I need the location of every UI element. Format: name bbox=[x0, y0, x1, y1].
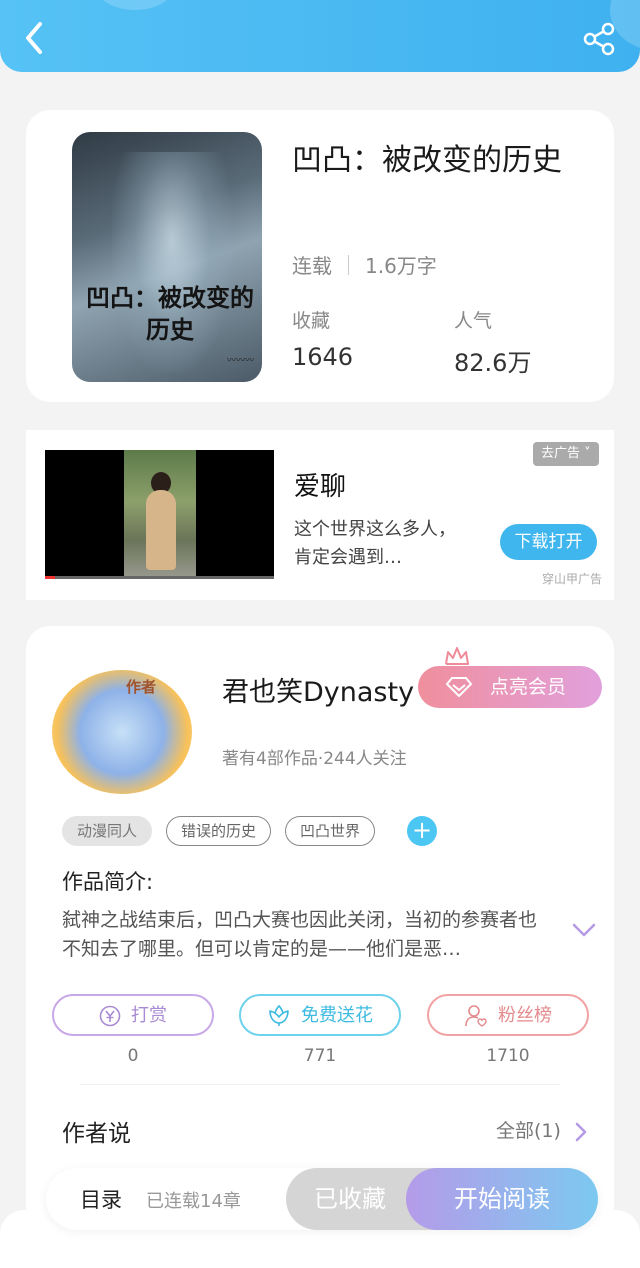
tip-button[interactable]: 打赏 bbox=[52, 994, 214, 1036]
author-card: 作者 君也笑Dynasty 点亮会员 著有4部作品·244人关注 动漫同人 错误… bbox=[26, 626, 614, 1246]
book-title: 凹凸：被改变的历史 bbox=[292, 143, 562, 178]
author-avatar[interactable]: 作者 bbox=[52, 670, 192, 794]
book-status: 连载 bbox=[292, 254, 332, 278]
stat-value: 1646 bbox=[292, 343, 354, 371]
fan-count: 1710 bbox=[486, 1046, 530, 1066]
author-info: 著有4部作品·244人关注 bbox=[222, 749, 407, 769]
diamond-icon bbox=[446, 677, 472, 697]
tip-count: 0 bbox=[127, 1046, 139, 1066]
share-button[interactable] bbox=[582, 22, 618, 56]
ad-video-frame bbox=[124, 450, 196, 579]
send-flower-button[interactable]: 免费送花 bbox=[239, 994, 401, 1036]
tag-item[interactable]: 错误的历史 bbox=[166, 816, 272, 846]
back-button[interactable] bbox=[20, 20, 50, 56]
cover-title: 凹凸：被改变的历史 bbox=[86, 283, 254, 344]
ad-description: 这个世界这么多人，肯定会遇到… bbox=[294, 519, 456, 568]
fan-ranking-button[interactable]: 粉丝榜 bbox=[427, 994, 589, 1036]
ad-video[interactable] bbox=[45, 450, 274, 579]
stat-label: 人气 bbox=[454, 310, 493, 332]
meta-divider bbox=[348, 254, 349, 275]
ad-app-name: 爱聊 bbox=[294, 472, 347, 502]
ad-person bbox=[146, 490, 176, 570]
bottom-action-bar: 目录 已连载14章 已收藏 开始阅读 bbox=[46, 1168, 598, 1230]
vip-button[interactable]: 点亮会员 bbox=[418, 666, 602, 708]
add-tag-button[interactable]: + bbox=[407, 816, 438, 846]
chevron-right-icon bbox=[575, 1122, 587, 1141]
chapter-count: 已连载14章 bbox=[146, 1191, 241, 1212]
share-icon bbox=[583, 22, 615, 56]
start-reading-button[interactable]: 开始阅读 bbox=[406, 1168, 598, 1230]
book-cover[interactable]: 凹凸：被改变的历史 〰〰〰 bbox=[72, 132, 262, 382]
word-count: 1.6万字 bbox=[365, 254, 437, 278]
chevron-down-icon[interactable] bbox=[572, 922, 596, 938]
ad-download-button[interactable]: 下载打开 bbox=[500, 524, 597, 560]
intro-text: 弑神之战结束后，凹凸大赛也因此关闭，当初的参赛者也不知去了哪里。但可以肯定的是—… bbox=[62, 909, 538, 960]
fan-user-icon bbox=[465, 1005, 487, 1027]
divider bbox=[80, 1084, 560, 1085]
author-badge: 作者 bbox=[126, 678, 157, 696]
tip-label: 打赏 bbox=[131, 1005, 167, 1026]
view-all-label: 全部(1) bbox=[496, 1120, 561, 1142]
intro-title: 作品简介: bbox=[62, 870, 154, 894]
stat-label: 收藏 bbox=[292, 310, 331, 332]
flower-icon bbox=[269, 1005, 289, 1026]
author-name[interactable]: 君也笑Dynasty bbox=[222, 670, 414, 709]
ad-video-progress bbox=[45, 576, 274, 579]
flower-count: 771 bbox=[303, 1046, 337, 1066]
author-says-title: 作者说 bbox=[62, 1121, 131, 1147]
tag-item[interactable]: 动漫同人 bbox=[62, 816, 153, 846]
crown-icon bbox=[445, 647, 469, 665]
stat-favorites: 收藏 1646 bbox=[292, 306, 353, 371]
remove-ad-button[interactable]: 去广告 ˅ bbox=[533, 442, 599, 466]
book-meta: 连载 1.6万字 bbox=[292, 250, 437, 279]
cover-signature: 〰〰〰 bbox=[226, 356, 254, 366]
yen-icon bbox=[99, 1005, 121, 1027]
tag-list: 动漫同人 错误的历史 凹凸世界 + bbox=[62, 816, 438, 846]
view-all-link[interactable]: 全部(1) bbox=[496, 1116, 587, 1143]
fan-ranking-label: 粉丝榜 bbox=[498, 1005, 552, 1026]
header-decoration bbox=[95, 0, 175, 10]
chevron-left-icon bbox=[26, 22, 42, 54]
ad-source-label: 穿山甲广告 bbox=[542, 572, 603, 586]
stat-value: 82.6万 bbox=[454, 349, 532, 377]
tag-item[interactable]: 凹凸世界 bbox=[285, 816, 376, 846]
stat-popularity: 人气 82.6万 bbox=[454, 306, 531, 378]
ad-banner[interactable]: 爱聊 这个世界这么多人，肯定会遇到… 去广告 ˅ 下载打开 穿山甲广告 bbox=[26, 430, 614, 600]
book-info-card: 凹凸：被改变的历史 〰〰〰 凹凸：被改变的历史 连载 1.6万字 收藏 1646… bbox=[26, 110, 614, 402]
toc-button[interactable]: 目录 bbox=[80, 1184, 122, 1214]
send-flower-label: 免费送花 bbox=[301, 1005, 373, 1026]
vip-label: 点亮会员 bbox=[490, 676, 567, 698]
top-bar bbox=[0, 0, 640, 72]
